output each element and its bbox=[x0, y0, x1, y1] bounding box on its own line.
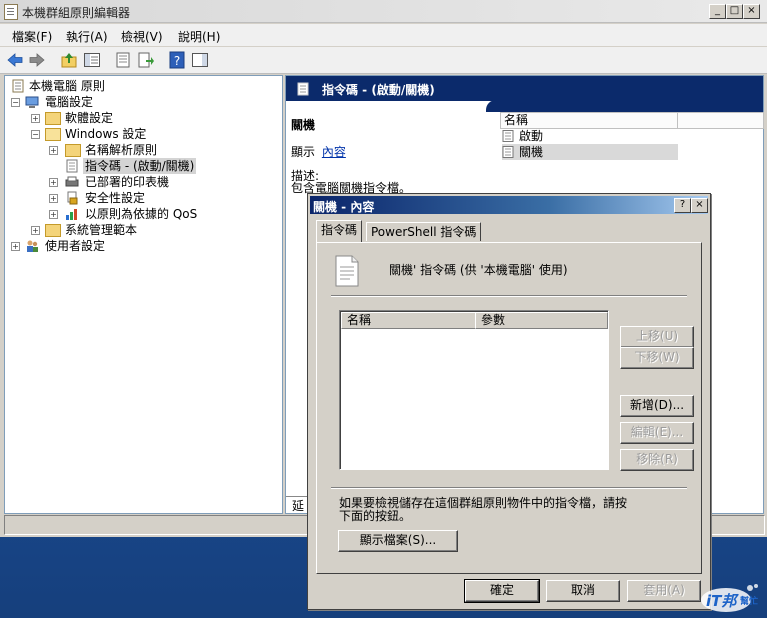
expand-icon[interactable]: + bbox=[11, 242, 20, 251]
help-icon[interactable]: ? bbox=[168, 51, 186, 69]
tree-label-windows-settings: Windows 設定 bbox=[65, 127, 147, 141]
expand-icon[interactable]: + bbox=[49, 146, 58, 155]
script-icon bbox=[66, 159, 78, 173]
expand-icon[interactable]: + bbox=[49, 178, 58, 187]
details-header-title: 指令碼 - (啟動/關機) bbox=[322, 83, 435, 97]
script-icon bbox=[502, 130, 514, 142]
expand-icon[interactable]: + bbox=[49, 194, 58, 203]
maximize-button[interactable]: □ bbox=[726, 4, 743, 19]
svg-text:?: ? bbox=[174, 54, 180, 68]
folder-icon bbox=[65, 144, 81, 157]
help-button[interactable]: ? bbox=[674, 198, 691, 213]
tree-label-name-resolution-policy: 名稱解析原則 bbox=[85, 143, 158, 157]
list-item[interactable]: 啟動 bbox=[502, 128, 678, 144]
separator bbox=[331, 295, 687, 297]
move-down-button[interactable]: 下移(W) bbox=[620, 347, 694, 369]
dialog-titlebar[interactable]: 關機 - 內容 ? × bbox=[310, 196, 708, 214]
script-file-icon bbox=[335, 255, 359, 287]
list-item-selected[interactable]: 關機 bbox=[502, 144, 678, 160]
properties-link[interactable]: 內容 bbox=[322, 145, 346, 159]
folder-icon bbox=[45, 224, 61, 237]
tree-label-software-settings: 軟體設定 bbox=[65, 111, 114, 125]
window-titlebar[interactable]: 本機群組原則編輯器 _ □ × bbox=[0, 0, 767, 23]
dialog-heading: 關機' 指令碼 (供 '本機電腦' 使用) bbox=[389, 263, 568, 277]
move-up-button[interactable]: 上移(U) bbox=[620, 326, 694, 348]
tree-label-security-settings: 安全性設定 bbox=[85, 191, 146, 205]
scripts-tab-panel: 關機' 指令碼 (供 '本機電腦' 使用) 名稱 參數 上移(U) 下移(W) … bbox=[316, 242, 702, 574]
display-properties-line: 顯示 內容 bbox=[291, 143, 346, 160]
column-header-blank[interactable] bbox=[677, 112, 764, 129]
info-text-line: 下面的按鈕。 bbox=[339, 509, 412, 523]
gpedit-app-icon bbox=[4, 4, 18, 20]
users-icon bbox=[27, 240, 38, 252]
tree-label-deployed-printers: 已部署的印表機 bbox=[85, 175, 170, 189]
back-arrow-icon[interactable] bbox=[6, 51, 24, 69]
tree-label-policy-qos: 以原則為依據的 QoS bbox=[85, 207, 198, 221]
extended-tab-label: 延 bbox=[292, 499, 305, 513]
remove-button[interactable]: 移除(R) bbox=[620, 449, 694, 471]
menu-help[interactable]: 說明(H) bbox=[178, 28, 220, 45]
properties-dialog: 關機 - 內容 ? × 指令碼 PowerShell 指令碼 關機' 指令碼 (… bbox=[307, 193, 711, 610]
folder-icon bbox=[45, 112, 61, 125]
computer-icon bbox=[25, 96, 39, 108]
minimize-button[interactable]: _ bbox=[709, 4, 726, 19]
show-files-button[interactable]: 顯示檔案(S)... bbox=[338, 530, 458, 552]
dialog-close-button[interactable]: × bbox=[691, 198, 708, 213]
tree-label-admin-templates: 系統管理範本 bbox=[65, 223, 138, 237]
details-header: 指令碼 - (啟動/關機) bbox=[286, 76, 763, 101]
qos-chart-icon bbox=[66, 209, 77, 220]
up-folder-icon[interactable] bbox=[60, 51, 78, 69]
menu-action[interactable]: 執行(A) bbox=[66, 28, 108, 45]
ithome-watermark-logo: iT邦 幫忙 bbox=[700, 580, 764, 614]
list-item-label: 關機 bbox=[519, 145, 544, 159]
open-folder-icon bbox=[45, 128, 61, 141]
policy-document-icon bbox=[12, 79, 24, 93]
dialog-title: 關機 - 內容 bbox=[313, 200, 375, 214]
add-button[interactable]: 新增(D)... bbox=[620, 395, 694, 417]
properties-icon[interactable] bbox=[114, 51, 132, 69]
close-button[interactable]: × bbox=[743, 4, 760, 19]
menu-bar: 檔案(F) 執行(A) 檢視(V) 說明(H) bbox=[0, 24, 767, 46]
window-title: 本機群組原則編輯器 bbox=[22, 6, 131, 20]
list-column-parameters[interactable]: 參數 bbox=[475, 312, 608, 329]
list-item-label: 啟動 bbox=[519, 129, 544, 143]
scripts-list[interactable]: 名稱 參數 bbox=[339, 310, 609, 470]
details-header-accent bbox=[486, 100, 763, 112]
watermark-brand: iT邦 bbox=[706, 592, 737, 610]
show-hide-tree-icon[interactable] bbox=[83, 51, 101, 69]
display-prefix: 顯示 bbox=[291, 145, 316, 159]
collapse-icon[interactable]: − bbox=[11, 98, 20, 107]
script-icon bbox=[502, 146, 514, 158]
list-column-name[interactable]: 名稱 bbox=[341, 312, 476, 329]
selected-item-title: 關機 bbox=[291, 118, 316, 132]
security-lock-icon bbox=[67, 191, 78, 205]
tree-label-user-config: 使用者設定 bbox=[45, 239, 106, 253]
cancel-button[interactable]: 取消 bbox=[546, 580, 620, 602]
tree-label-root: 本機電腦 原則 bbox=[29, 79, 105, 93]
printer-icon bbox=[65, 176, 79, 187]
info-text: 如果要檢視儲存在這個群組原則物件中的指令檔，請按 下面的按鈕。 bbox=[339, 497, 627, 523]
action-pane-icon[interactable] bbox=[191, 51, 209, 69]
console-tree[interactable]: 本機電腦 原則 − 電腦設定 + 軟體設定 − Windows 設定 + 名稱解… bbox=[4, 75, 283, 514]
tree-label-scripts: 指令碼 - (啟動/關機) bbox=[83, 158, 197, 174]
expand-icon[interactable]: + bbox=[31, 114, 40, 123]
tab-scripts[interactable]: 指令碼 bbox=[316, 220, 363, 242]
tab-powershell-scripts[interactable]: PowerShell 指令碼 bbox=[366, 222, 482, 241]
forward-arrow-icon[interactable] bbox=[28, 51, 46, 69]
menu-file[interactable]: 檔案(F) bbox=[12, 28, 52, 45]
separator bbox=[331, 487, 687, 489]
expand-icon[interactable]: + bbox=[49, 210, 58, 219]
toolbar: ? bbox=[0, 47, 767, 74]
tree-label-computer-config: 電腦設定 bbox=[45, 95, 94, 109]
collapse-icon[interactable]: − bbox=[31, 130, 40, 139]
edit-button[interactable]: 編輯(E)... bbox=[620, 422, 694, 444]
export-list-icon[interactable] bbox=[137, 51, 155, 69]
apply-button[interactable]: 套用(A) bbox=[627, 580, 701, 602]
script-icon bbox=[297, 82, 309, 96]
watermark-sub: 幫忙 bbox=[740, 597, 759, 607]
menu-view[interactable]: 檢視(V) bbox=[121, 28, 163, 45]
expand-icon[interactable]: + bbox=[31, 226, 40, 235]
column-header-name[interactable]: 名稱 bbox=[500, 112, 678, 129]
ok-button[interactable]: 確定 bbox=[464, 579, 540, 603]
